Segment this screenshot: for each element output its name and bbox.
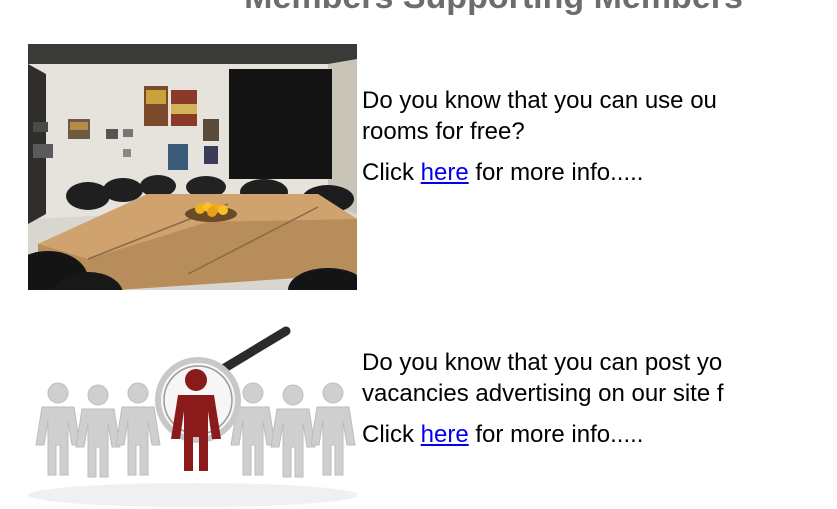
click-suffix: for more info..... [468, 421, 644, 448]
feature-vacancies: Do you know that you can post yo vacanci… [28, 325, 837, 509]
recruitment-magnifier-illustration [28, 325, 357, 509]
feature-text: Do you know that you can post yo vacanci… [362, 347, 837, 460]
more-info-line: Click here for more info..... [362, 419, 837, 450]
page: Members Supporting Members [0, 0, 837, 509]
question-line-2: rooms for free? [362, 118, 525, 145]
feature-meeting-rooms: Do you know that you can use ou rooms fo… [28, 44, 837, 290]
more-info-link[interactable]: here [421, 159, 469, 186]
question-line-1: Do you know that you can post yo [362, 349, 723, 376]
question-text: Do you know that you can post yo vacanci… [362, 347, 837, 409]
click-prefix: Click [362, 159, 421, 186]
meeting-room-photo [28, 44, 357, 290]
question-text: Do you know that you can use ou rooms fo… [362, 85, 837, 147]
more-info-link[interactable]: here [421, 421, 469, 448]
feature-text: Do you know that you can use ou rooms fo… [362, 85, 837, 198]
question-line-1: Do you know that you can use ou [362, 87, 717, 114]
question-line-2: vacancies advertising on our site f [362, 380, 724, 407]
more-info-line: Click here for more info..... [362, 157, 837, 188]
click-prefix: Click [362, 421, 421, 448]
page-title: Members Supporting Members [0, 0, 837, 17]
click-suffix: for more info..... [468, 159, 644, 186]
